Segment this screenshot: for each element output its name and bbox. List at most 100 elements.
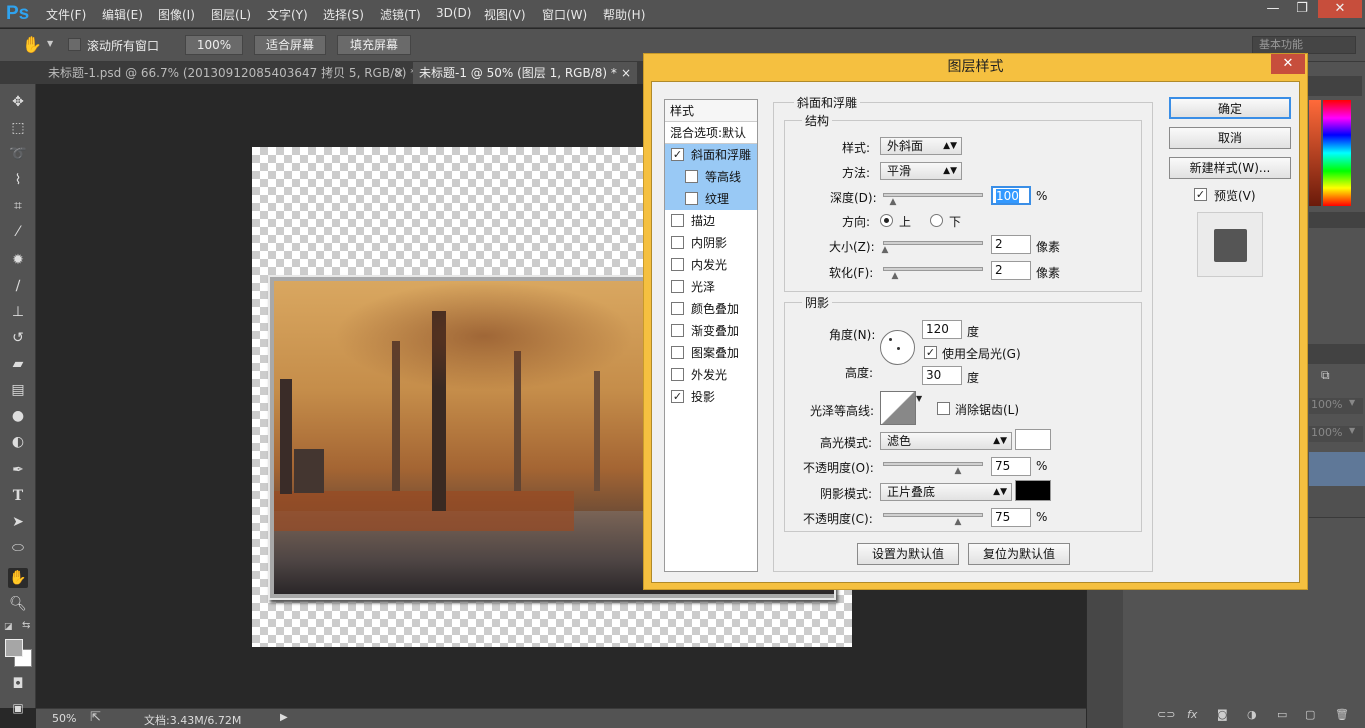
style-item[interactable]: 内阴影	[665, 232, 757, 254]
direction-up-radio[interactable]	[880, 214, 893, 227]
color-field[interactable]	[1309, 100, 1321, 206]
group-icon[interactable]: ▭	[1277, 708, 1287, 721]
highlight-opacity-input[interactable]: 75	[991, 457, 1031, 476]
scroll-all-checkbox[interactable]	[68, 38, 81, 51]
quick-select-tool-icon[interactable]: ⌇	[8, 170, 28, 190]
ok-button[interactable]: 确定	[1169, 97, 1291, 119]
style-item[interactable]: 光泽	[665, 276, 757, 298]
anti-alias-checkbox[interactable]	[937, 402, 950, 415]
dodge-tool-icon[interactable]: ◐	[8, 432, 28, 452]
quick-mask-icon[interactable]: ◘	[8, 674, 28, 694]
soften-slider-thumb[interactable]: ▲	[890, 272, 900, 281]
style-item[interactable]: 描边	[665, 210, 757, 232]
depth-input[interactable]: 100	[991, 186, 1031, 205]
style-item-checkbox[interactable]: ✓	[671, 148, 684, 161]
style-item[interactable]: 等高线	[665, 166, 757, 188]
style-item-checkbox[interactable]	[685, 170, 698, 183]
minimize-button[interactable]: —	[1259, 0, 1287, 18]
workspace-select[interactable]: 基本功能	[1252, 36, 1356, 54]
style-item-checkbox[interactable]	[685, 192, 698, 205]
restore-button[interactable]: ❐	[1288, 0, 1316, 18]
highlight-mode-select[interactable]: 滤色 ▲▼	[880, 432, 1012, 450]
size-slider-thumb[interactable]: ▲	[880, 246, 890, 255]
chevron-down-icon[interactable]: ▼	[1349, 398, 1363, 414]
chevron-down-icon[interactable]: ▼	[1349, 426, 1363, 442]
menu-window[interactable]: 窗口(W)	[542, 6, 587, 23]
ellipse-tool-icon[interactable]: ⬭	[8, 538, 28, 558]
crop-tool-icon[interactable]: ⌗	[8, 196, 28, 216]
style-item[interactable]: 外发光	[665, 364, 757, 386]
bevel-style-select[interactable]: 外斜面 ▲▼	[880, 137, 962, 155]
menu-view[interactable]: 视图(V)	[484, 6, 526, 23]
chevron-down-icon[interactable]: ▼	[916, 394, 922, 403]
shadow-mode-select[interactable]: 正片叠底 ▲▼	[880, 483, 1012, 501]
layer-row-selected[interactable]	[1309, 452, 1365, 486]
style-item-checkbox[interactable]	[671, 258, 684, 271]
cancel-button[interactable]: 取消	[1169, 127, 1291, 149]
style-item[interactable]: ✓ 投影	[665, 386, 757, 408]
style-item-checkbox[interactable]	[671, 324, 684, 337]
gradient-tool-icon[interactable]: ▤	[8, 380, 28, 400]
blend-options-item[interactable]: 混合选项:默认	[665, 122, 757, 144]
trash-icon[interactable]: 🗑︎	[1335, 708, 1349, 721]
style-item-checkbox[interactable]	[671, 346, 684, 359]
depth-slider[interactable]	[883, 193, 983, 197]
shadow-opacity-input[interactable]: 75	[991, 508, 1031, 527]
swap-colors-icon[interactable]: ⇆	[22, 620, 30, 631]
zoom-100-button[interactable]: 100%	[185, 35, 243, 55]
angle-dial[interactable]	[880, 330, 915, 365]
zoom-tool-icon[interactable]: 🔍︎	[8, 594, 28, 614]
layer-row[interactable]	[1309, 486, 1365, 518]
styles-header[interactable]: 样式	[665, 100, 757, 122]
menu-file[interactable]: 文件(F)	[46, 6, 86, 23]
highlight-opacity-slider[interactable]	[883, 462, 983, 466]
soften-input[interactable]: 2	[991, 261, 1031, 280]
fx-icon[interactable]: fx	[1187, 708, 1197, 721]
blur-tool-icon[interactable]: ●	[8, 406, 28, 426]
fill-field[interactable]: 100%	[1309, 426, 1349, 442]
angle-input[interactable]: 120	[922, 320, 962, 339]
style-item[interactable]: 渐变叠加	[665, 320, 757, 342]
style-item[interactable]: 图案叠加	[665, 342, 757, 364]
lock-icon[interactable]: ⧉	[1321, 368, 1330, 383]
brush-tool-icon[interactable]: ∕	[8, 276, 28, 296]
eyedropper-tool-icon[interactable]: ⁄	[8, 222, 28, 242]
shadow-opacity-slider[interactable]	[883, 513, 983, 517]
menu-help[interactable]: 帮助(H)	[603, 6, 645, 23]
set-default-button[interactable]: 设置为默认值	[857, 543, 959, 565]
global-light-checkbox[interactable]: ✓	[924, 346, 937, 359]
hue-slider[interactable]	[1323, 100, 1351, 206]
path-select-tool-icon[interactable]: ➤	[8, 512, 28, 532]
menu-layer[interactable]: 图层(L)	[211, 6, 251, 23]
tool-preset-chevron-icon[interactable]: ▼	[47, 39, 53, 48]
menu-edit[interactable]: 编辑(E)	[102, 6, 143, 23]
shadow-opacity-thumb[interactable]: ▲	[953, 518, 963, 527]
style-item-checkbox[interactable]	[671, 214, 684, 227]
menu-3d[interactable]: 3D(D)	[436, 6, 471, 20]
history-brush-tool-icon[interactable]: ↺	[8, 328, 28, 348]
lasso-tool-icon[interactable]: ➰	[8, 144, 28, 164]
style-item-checkbox[interactable]	[671, 236, 684, 249]
method-select[interactable]: 平滑 ▲▼	[880, 162, 962, 180]
menu-filter[interactable]: 滤镜(T)	[380, 6, 421, 23]
menu-type[interactable]: 文字(Y)	[267, 6, 308, 23]
tab-document-1[interactable]: 未标题-1.psd @ 66.7% (20130912085403647 拷贝 …	[42, 62, 416, 84]
hand-tool-icon[interactable]: ✋	[8, 568, 28, 588]
adjustment-layer-icon[interactable]: ◑	[1247, 708, 1257, 721]
style-item[interactable]: 颜色叠加	[665, 298, 757, 320]
depth-slider-thumb[interactable]: ▲	[888, 198, 898, 207]
close-icon[interactable]: ×	[394, 62, 404, 84]
menu-image[interactable]: 图像(I)	[158, 6, 195, 23]
reset-default-button[interactable]: 复位为默认值	[968, 543, 1070, 565]
eraser-tool-icon[interactable]: ▰	[8, 354, 28, 374]
mask-icon[interactable]: ◙	[1217, 708, 1228, 721]
menu-select[interactable]: 选择(S)	[323, 6, 364, 23]
dialog-close-button[interactable]: ✕	[1271, 54, 1305, 74]
new-style-button[interactable]: 新建样式(W)...	[1169, 157, 1291, 179]
healing-brush-tool-icon[interactable]: ✹	[8, 250, 28, 270]
close-icon[interactable]: ×	[621, 62, 631, 84]
shadow-color-swatch[interactable]	[1015, 480, 1051, 501]
highlight-opacity-thumb[interactable]: ▲	[953, 467, 963, 476]
gloss-contour-picker[interactable]	[880, 391, 916, 425]
style-item[interactable]: 内发光	[665, 254, 757, 276]
